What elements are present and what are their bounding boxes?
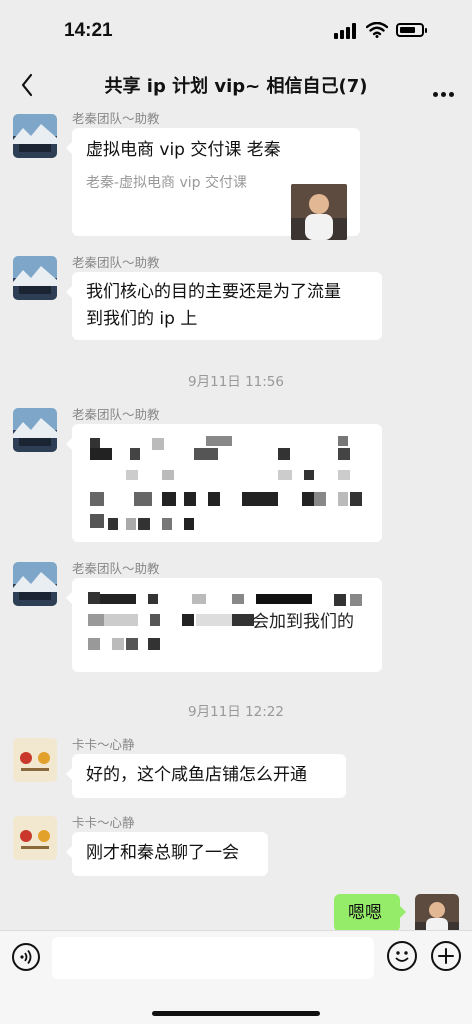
pixelated-text: 会加到我们的 bbox=[72, 578, 382, 672]
pixelated-text bbox=[72, 424, 382, 542]
home-indicator bbox=[152, 1011, 320, 1016]
message-text: 刚才和秦总聊了一会 bbox=[86, 843, 239, 863]
sender-name: 老秦团队～助教 bbox=[72, 561, 160, 576]
sender-name: 老秦团队～助教 bbox=[72, 407, 160, 422]
sender-name: 卡卡～心静 bbox=[72, 815, 135, 830]
message-bubble-redacted[interactable]: 会加到我们的 bbox=[66, 578, 382, 672]
emoji-icon[interactable] bbox=[387, 941, 417, 971]
wifi-icon bbox=[366, 22, 388, 38]
message-bubble[interactable]: 我们核心的目的主要还是为了流量 到我们的 ip 上 bbox=[66, 272, 382, 340]
more-icon[interactable] bbox=[430, 82, 454, 101]
card-thumbnail bbox=[291, 184, 347, 240]
plus-icon[interactable] bbox=[431, 941, 461, 971]
avatar-user-kaka[interactable] bbox=[13, 816, 57, 860]
sender-name: 卡卡～心静 bbox=[72, 737, 135, 752]
back-arrow-icon[interactable] bbox=[14, 70, 44, 100]
message-text: 嗯嗯 bbox=[348, 903, 382, 923]
sender-name: 老秦团队～助教 bbox=[72, 111, 160, 126]
input-bar bbox=[0, 930, 472, 1024]
voice-icon[interactable] bbox=[12, 943, 40, 971]
avatar-teaching-assistant[interactable] bbox=[13, 114, 57, 158]
message-bubble[interactable]: 好的，这个咸鱼店铺怎么开通 bbox=[66, 754, 346, 798]
chat-header: 共享 ip 计划 vip~ 相信自己(7) bbox=[0, 62, 472, 108]
share-card[interactable]: 虚拟电商 vip 交付课 老秦 老秦-虚拟电商 vip 交付课 bbox=[66, 128, 360, 240]
avatar-teaching-assistant[interactable] bbox=[13, 256, 57, 300]
avatar-teaching-assistant[interactable] bbox=[13, 408, 57, 452]
chat-title: 共享 ip 计划 vip~ 相信自己(7) bbox=[104, 76, 368, 97]
timestamp: 9月11日 12:22 bbox=[188, 704, 284, 720]
visible-text-fragment: 会加到我们的 bbox=[252, 612, 354, 632]
status-time: 14:21 bbox=[64, 20, 113, 41]
message-text-line: 到我们的 ip 上 bbox=[86, 309, 198, 329]
sender-name: 老秦团队～助教 bbox=[72, 255, 160, 270]
my-avatar[interactable] bbox=[415, 894, 459, 930]
timestamp: 9月11日 11:56 bbox=[188, 374, 284, 390]
battery-icon bbox=[396, 23, 427, 37]
message-bubble[interactable]: 刚才和秦总聊了一会 bbox=[66, 832, 268, 876]
message-text: 好的，这个咸鱼店铺怎么开通 bbox=[86, 765, 307, 785]
message-input[interactable] bbox=[52, 937, 374, 979]
message-text-line: 我们核心的目的主要还是为了流量 bbox=[86, 282, 341, 302]
battery-level bbox=[400, 27, 415, 33]
avatar-user-kaka[interactable] bbox=[13, 738, 57, 782]
status-bar: 14:21 bbox=[0, 0, 472, 62]
message-bubble-redacted[interactable] bbox=[66, 424, 382, 542]
signal-icon bbox=[334, 23, 356, 39]
card-title: 虚拟电商 vip 交付课 老秦 bbox=[86, 140, 281, 160]
avatar-teaching-assistant[interactable] bbox=[13, 562, 57, 606]
my-message-bubble[interactable]: 嗯嗯 bbox=[334, 894, 406, 930]
message-list[interactable]: 老秦团队～助教 虚拟电商 vip 交付课 老秦 老秦-虚拟电商 vip 交付课 … bbox=[0, 108, 472, 930]
